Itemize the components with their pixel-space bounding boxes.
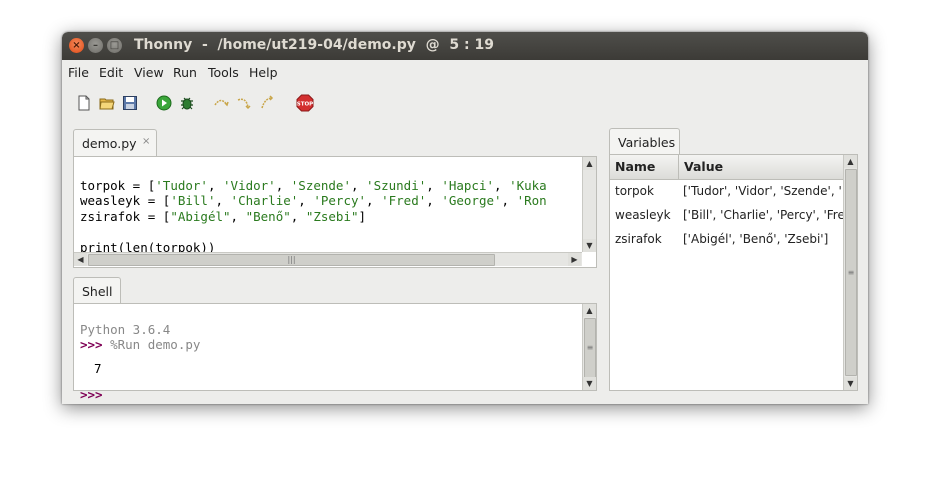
editor-vertical-scrollbar[interactable]: ▲ ▼ <box>582 157 596 252</box>
menu-view[interactable]: View <box>134 65 164 80</box>
code-line-3: zsirafok = ["Abigél", "Benő", "Zsebi"] <box>80 208 367 224</box>
menu-tools[interactable]: Tools <box>208 65 239 80</box>
close-window-button[interactable]: × <box>69 38 84 53</box>
variable-value: ['Tudor', 'Vidor', 'Szende', ' <box>683 184 842 198</box>
column-value-header[interactable]: Value <box>679 155 843 179</box>
menu-run[interactable]: Run <box>173 65 197 80</box>
shell-vertical-scrollbar[interactable]: ▲ ≡ ▼ <box>582 304 596 390</box>
shell-run-line: >>> %Run demo.py <box>80 337 201 352</box>
python-version: Python 3.6.4 <box>80 321 171 337</box>
variable-row[interactable]: weasleyk ['Bill', 'Charlie', 'Percy', 'F… <box>610 203 843 227</box>
variable-row[interactable]: torpok ['Tudor', 'Vidor', 'Szende', ' <box>610 179 843 203</box>
grip-icon: ≡ <box>847 268 855 277</box>
shell-prompt[interactable]: >>> <box>80 387 200 403</box>
editor-horizontal-scrollbar[interactable]: ◀ ||| ▶ <box>74 252 582 266</box>
tab-demo-py[interactable]: demo.py × <box>73 129 157 157</box>
variables-header: Name Value <box>610 155 843 180</box>
scroll-up-arrow-icon[interactable]: ▲ <box>583 157 596 170</box>
code-line-1: torpok = ['Tudor', 'Vidor', 'Szende', 'S… <box>80 177 547 193</box>
tab-variables[interactable]: Variables <box>609 128 680 155</box>
step-into-icon[interactable] <box>236 95 252 111</box>
svg-text:STOP: STOP <box>297 102 313 108</box>
menu-file[interactable]: File <box>68 65 89 80</box>
vertical-scroll-thumb[interactable]: ≡ <box>845 169 857 376</box>
scroll-right-arrow-icon[interactable]: ▶ <box>568 253 581 266</box>
variables-panel: Name Value torpok ['Tudor', 'Vidor', 'Sz… <box>609 154 858 391</box>
variables-vertical-scrollbar[interactable]: ▲ ≡ ▼ <box>843 155 857 390</box>
toolbar: STOP <box>62 87 868 117</box>
menu-help[interactable]: Help <box>249 65 278 80</box>
horizontal-scroll-thumb[interactable]: ||| <box>88 254 495 266</box>
new-file-icon[interactable] <box>76 95 92 111</box>
program-output: 7 <box>94 360 102 376</box>
scroll-down-arrow-icon[interactable]: ▼ <box>583 239 596 252</box>
tab-label: Shell <box>82 284 113 299</box>
variable-value: ['Bill', 'Charlie', 'Percy', 'Fre <box>683 208 843 222</box>
menu-bar: File Edit View Run Tools Help <box>62 60 868 84</box>
shell-output[interactable]: Python 3.6.4 >>> %Run demo.py 7 >>> <box>80 306 200 404</box>
variable-value: ['Abigél', 'Benő', 'Zsebi'] <box>683 232 829 246</box>
scroll-up-arrow-icon[interactable]: ▲ <box>583 304 596 317</box>
title-bar: × – □ Thonny - /home/ut219-04/demo.py @ … <box>62 32 868 60</box>
thonny-window: × – □ Thonny - /home/ut219-04/demo.py @ … <box>62 32 868 404</box>
maximize-window-button[interactable]: □ <box>107 38 122 53</box>
editor-panel[interactable]: torpok = ['Tudor', 'Vidor', 'Szende', 'S… <box>73 156 597 268</box>
variable-row[interactable]: zsirafok ['Abigél', 'Benő', 'Zsebi'] <box>610 227 843 251</box>
step-out-icon[interactable] <box>259 95 275 111</box>
save-icon[interactable] <box>122 95 138 111</box>
debug-icon[interactable] <box>179 95 195 111</box>
variable-name: weasleyk <box>615 208 671 222</box>
scroll-up-arrow-icon[interactable]: ▲ <box>844 155 857 168</box>
grip-icon: ||| <box>287 255 296 264</box>
menu-edit[interactable]: Edit <box>99 65 123 80</box>
tab-close-icon[interactable]: × <box>142 136 150 147</box>
scroll-down-arrow-icon[interactable]: ▼ <box>844 377 857 390</box>
run-icon[interactable] <box>156 95 172 111</box>
window-title: Thonny - /home/ut219-04/demo.py @ 5 : 19 <box>134 37 494 53</box>
stop-icon[interactable]: STOP <box>296 94 314 112</box>
code-line-2: weasleyk = ['Bill', 'Charlie', 'Percy', … <box>80 193 547 208</box>
variable-name: zsirafok <box>615 232 662 246</box>
tab-label: demo.py <box>82 136 137 151</box>
vertical-scroll-thumb[interactable]: ≡ <box>584 318 596 378</box>
grip-icon: ≡ <box>586 343 594 352</box>
step-over-icon[interactable] <box>213 95 229 111</box>
scroll-left-arrow-icon[interactable]: ◀ <box>74 253 87 266</box>
code-area[interactable]: torpok = ['Tudor', 'Vidor', 'Szende', 'S… <box>80 162 577 286</box>
variable-name: torpok <box>615 184 654 198</box>
tab-shell[interactable]: Shell <box>73 277 121 304</box>
shell-panel[interactable]: Python 3.6.4 >>> %Run demo.py 7 >>> ▲ ≡ ▼ <box>73 303 597 402</box>
minimize-window-button[interactable]: – <box>88 38 103 53</box>
open-file-icon[interactable] <box>99 95 115 111</box>
column-name-header[interactable]: Name <box>610 155 679 179</box>
tab-label: Variables <box>618 135 676 150</box>
scroll-down-arrow-icon[interactable]: ▼ <box>583 377 596 390</box>
